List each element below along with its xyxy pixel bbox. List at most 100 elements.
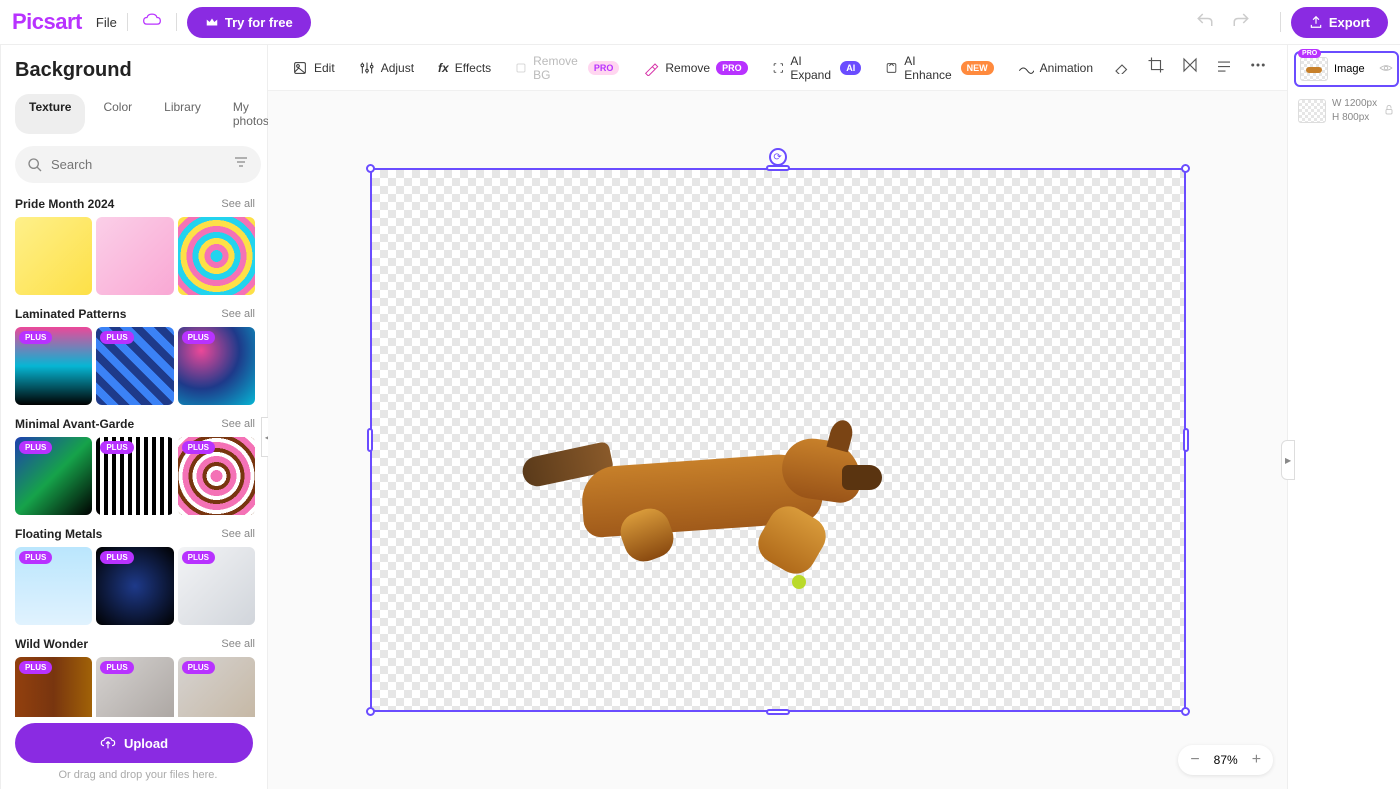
category-name: Floating Metals (15, 527, 102, 541)
edit-button[interactable]: Edit (282, 54, 345, 82)
canvas-viewport[interactable]: ⟳ ▶ − 87% + (268, 91, 1287, 789)
see-all-link[interactable]: See all (221, 638, 255, 650)
lock-icon[interactable] (1383, 104, 1395, 119)
zoom-control: − 87% + (1178, 745, 1273, 775)
divider (127, 13, 128, 31)
layer-label: Image (1334, 63, 1365, 75)
zoom-out-button[interactable]: − (1190, 751, 1199, 769)
background-thumbnail[interactable] (15, 217, 92, 295)
upload-icon (100, 735, 116, 751)
animation-button[interactable]: Animation (1008, 54, 1103, 82)
category-name: Wild Wonder (15, 637, 88, 651)
layer-item-canvas[interactable]: W 1200px H 800px (1294, 93, 1399, 129)
undo-button[interactable] (1196, 11, 1214, 34)
crown-icon (205, 15, 219, 29)
export-icon (1309, 15, 1323, 29)
canvas-area: Edit Adjust fxEffects Remove BGPRO Remov… (268, 45, 1287, 789)
background-thumbnail[interactable]: PLUS (15, 547, 92, 625)
remove-button[interactable]: RemovePRO (633, 54, 757, 82)
background-thumbnail[interactable]: PLUS (178, 437, 255, 515)
pro-badge: PRO (588, 61, 620, 75)
search-input[interactable] (51, 157, 233, 172)
see-all-link[interactable]: See all (221, 528, 255, 540)
background-thumbnail[interactable]: PLUS (15, 327, 92, 405)
plus-badge: PLUS (19, 331, 52, 344)
rotate-handle[interactable]: ⟳ (769, 148, 787, 166)
category-section: Floating Metals See all PLUS PLUS PLUS (15, 527, 255, 625)
background-panel: Background TextureColorLibraryMy photos … (1, 45, 268, 789)
layers-panel: PRO Image W 1200px H 800px (1287, 45, 1400, 789)
upload-button[interactable]: Upload (15, 723, 253, 763)
zoom-value: 87% (1214, 753, 1238, 767)
ai-badge: AI (840, 61, 861, 75)
layer-item-image[interactable]: PRO Image (1294, 51, 1399, 87)
logo: Picsart (12, 9, 82, 35)
pro-badge: PRO (716, 61, 748, 75)
more-button[interactable] (1243, 50, 1273, 85)
plus-badge: PLUS (182, 551, 215, 564)
plus-badge: PLUS (182, 661, 215, 674)
category-section: Minimal Avant-Garde See all PLUS PLUS PLUS (15, 417, 255, 515)
crop-button[interactable] (1141, 50, 1171, 85)
adjust-button[interactable]: Adjust (349, 54, 424, 82)
canvas-board[interactable]: ⟳ (370, 168, 1186, 712)
canvas-dimensions: W 1200px H 800px (1332, 97, 1377, 125)
visibility-icon[interactable] (1379, 61, 1393, 78)
zoom-in-button[interactable]: + (1252, 751, 1261, 769)
plus-badge: PLUS (100, 661, 133, 674)
background-thumbnail[interactable]: PLUS (96, 657, 173, 717)
background-thumbnail[interactable]: PLUS (178, 327, 255, 405)
ai-expand-button[interactable]: AI ExpandAI (762, 48, 872, 88)
remove-bg-button[interactable]: Remove BGPRO (505, 48, 629, 88)
file-menu[interactable]: File (96, 15, 117, 30)
background-thumbnail[interactable]: PLUS (178, 547, 255, 625)
category-name: Laminated Patterns (15, 307, 126, 321)
ai-enhance-button[interactable]: AI EnhanceNEW (875, 48, 1003, 88)
panel-title: Background (15, 59, 261, 82)
try-free-button[interactable]: Try for free (187, 7, 311, 38)
redo-button[interactable] (1232, 11, 1250, 34)
category-section: Pride Month 2024See all (15, 197, 255, 295)
selection-handle[interactable] (1181, 164, 1190, 173)
divider (176, 13, 177, 31)
see-all-link[interactable]: See all (221, 308, 255, 320)
selection-edge[interactable] (367, 428, 373, 452)
see-all-link[interactable]: See all (221, 198, 255, 210)
background-thumbnail[interactable] (178, 217, 255, 295)
tab-row: TextureColorLibraryMy photos (15, 94, 261, 134)
export-button[interactable]: Export (1291, 7, 1388, 38)
selection-handle[interactable] (366, 164, 375, 173)
tab-library[interactable]: Library (150, 94, 215, 134)
plus-badge: PLUS (19, 551, 52, 564)
selection-edge[interactable] (1183, 428, 1189, 452)
plus-badge: PLUS (100, 441, 133, 454)
selection-handle[interactable] (366, 707, 375, 716)
background-thumbnail[interactable] (96, 217, 173, 295)
selection-handle[interactable] (1181, 707, 1190, 716)
canvas-image[interactable] (522, 410, 902, 590)
category-name: Minimal Avant-Garde (15, 417, 134, 431)
pro-badge: PRO (1298, 49, 1321, 58)
tab-texture[interactable]: Texture (15, 94, 85, 134)
background-thumbnail[interactable]: PLUS (15, 437, 92, 515)
tab-color[interactable]: Color (89, 94, 146, 134)
plus-badge: PLUS (182, 331, 215, 344)
selection-edge[interactable] (766, 709, 790, 715)
plus-badge: PLUS (19, 661, 52, 674)
background-thumbnail[interactable]: PLUS (15, 657, 92, 717)
new-badge: NEW (961, 61, 994, 75)
filter-icon[interactable] (233, 154, 249, 175)
background-thumbnail[interactable]: PLUS (96, 547, 173, 625)
effects-button[interactable]: fxEffects (428, 55, 501, 81)
position-button[interactable] (1209, 50, 1239, 85)
expand-layers-button[interactable]: ▶ (1281, 440, 1295, 480)
search-bar[interactable] (15, 146, 261, 183)
background-thumbnail[interactable]: PLUS (96, 327, 173, 405)
plus-badge: PLUS (100, 551, 133, 564)
background-thumbnail[interactable]: PLUS (96, 437, 173, 515)
background-thumbnail[interactable]: PLUS (178, 657, 255, 717)
see-all-link[interactable]: See all (221, 418, 255, 430)
eraser-button[interactable] (1107, 50, 1137, 85)
cloud-sync-icon[interactable] (142, 12, 162, 33)
flip-button[interactable] (1175, 50, 1205, 85)
